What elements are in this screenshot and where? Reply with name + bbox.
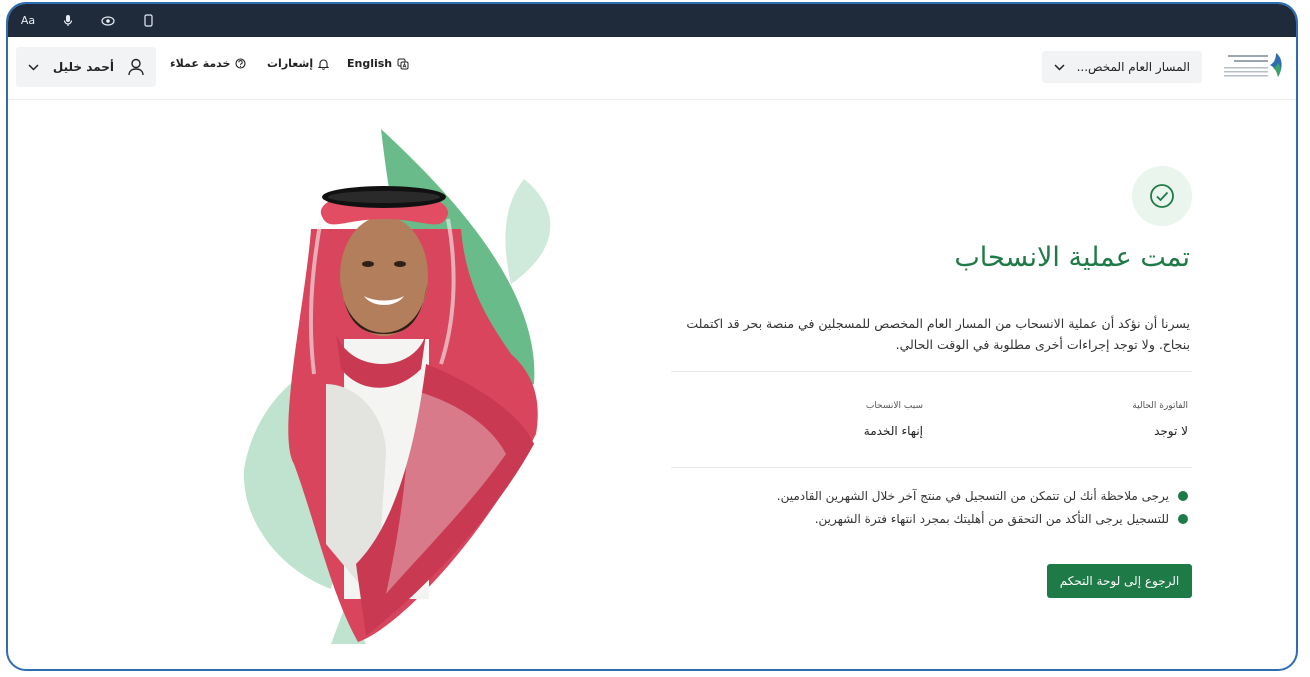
bullet-dot <box>1178 513 1188 524</box>
hrdf-logo[interactable] <box>1220 49 1286 85</box>
page-title: تمت عملية الانسحاب <box>954 242 1190 273</box>
notifications-link[interactable]: إشعارات <box>267 57 330 70</box>
program-select-value: المسار العام المخص... <box>1076 60 1190 74</box>
chevron-down-icon <box>28 63 39 71</box>
customer-service-label: خدمة عملاء <box>170 57 231 70</box>
user-name: أحمد خليل <box>52 60 114 74</box>
main-content: تمت عملية الانسحاب يسرنا أن نؤكد أن عملي… <box>8 100 1296 669</box>
back-to-dashboard-button[interactable]: الرجوع إلى لوحة التحكم <box>1047 564 1192 598</box>
customer-service-link[interactable]: خدمة عملاء <box>170 57 247 70</box>
contrast-button[interactable] <box>88 4 128 37</box>
note-text: للتسجيل يرجى التأكد من التحقق من أهليتك … <box>814 511 1169 526</box>
note-item: للتسجيل يرجى التأكد من التحقق من أهليتك … <box>628 507 1188 530</box>
browser-frame: Aa أحمد خليل خدمة عملاء إشعارات English … <box>6 2 1298 671</box>
notes-list: يرجى ملاحظة أنك لن تتمكن من التسجيل في م… <box>628 484 1188 530</box>
divider <box>671 371 1192 372</box>
chevron-down-icon <box>1054 63 1065 71</box>
person-illustration <box>243 129 551 644</box>
translate-icon <box>397 58 409 69</box>
notifications-label: إشعارات <box>267 57 314 70</box>
bell-icon <box>318 58 330 70</box>
top-navigation: أحمد خليل خدمة عملاء إشعارات English الم… <box>8 37 1296 100</box>
support-icon <box>235 58 247 69</box>
check-circle-icon <box>1150 184 1174 208</box>
hrdf-logo-image <box>1224 53 1282 77</box>
current-invoice-label: الفاتورة الحالية <box>1132 401 1188 411</box>
font-size-label: Aa <box>20 14 36 27</box>
withdrawal-reason-label: سبب الانسحاب <box>865 401 923 411</box>
microphone-icon <box>63 15 73 26</box>
eye-icon <box>101 15 115 26</box>
mobile-view-button[interactable] <box>128 4 168 37</box>
user-icon <box>128 58 144 76</box>
microphone-button[interactable] <box>48 4 88 37</box>
language-label: English <box>347 57 393 70</box>
accessibility-toolbar: Aa <box>8 4 1296 37</box>
note-text: يرجى ملاحظة أنك لن تتمكن من التسجيل في م… <box>776 488 1169 503</box>
divider <box>671 467 1192 468</box>
withdrawal-description: يسرنا أن نؤكد أن عملية الانسحاب من المسا… <box>686 316 1190 352</box>
mobile-icon <box>143 14 153 27</box>
font-size-button[interactable]: Aa <box>8 4 48 37</box>
current-invoice-value: لا توجد <box>1154 424 1188 438</box>
hero-illustration <box>236 124 556 644</box>
program-select[interactable]: المسار العام المخص... <box>1042 51 1202 83</box>
user-menu[interactable]: أحمد خليل <box>16 47 156 87</box>
note-item: يرجى ملاحظة أنك لن تتمكن من التسجيل في م… <box>628 484 1188 507</box>
bullet-dot <box>1178 490 1188 501</box>
success-check-icon <box>1132 166 1192 226</box>
language-switch[interactable]: English <box>347 57 409 70</box>
withdrawal-reason-value: إنهاء الخدمة <box>863 424 923 438</box>
